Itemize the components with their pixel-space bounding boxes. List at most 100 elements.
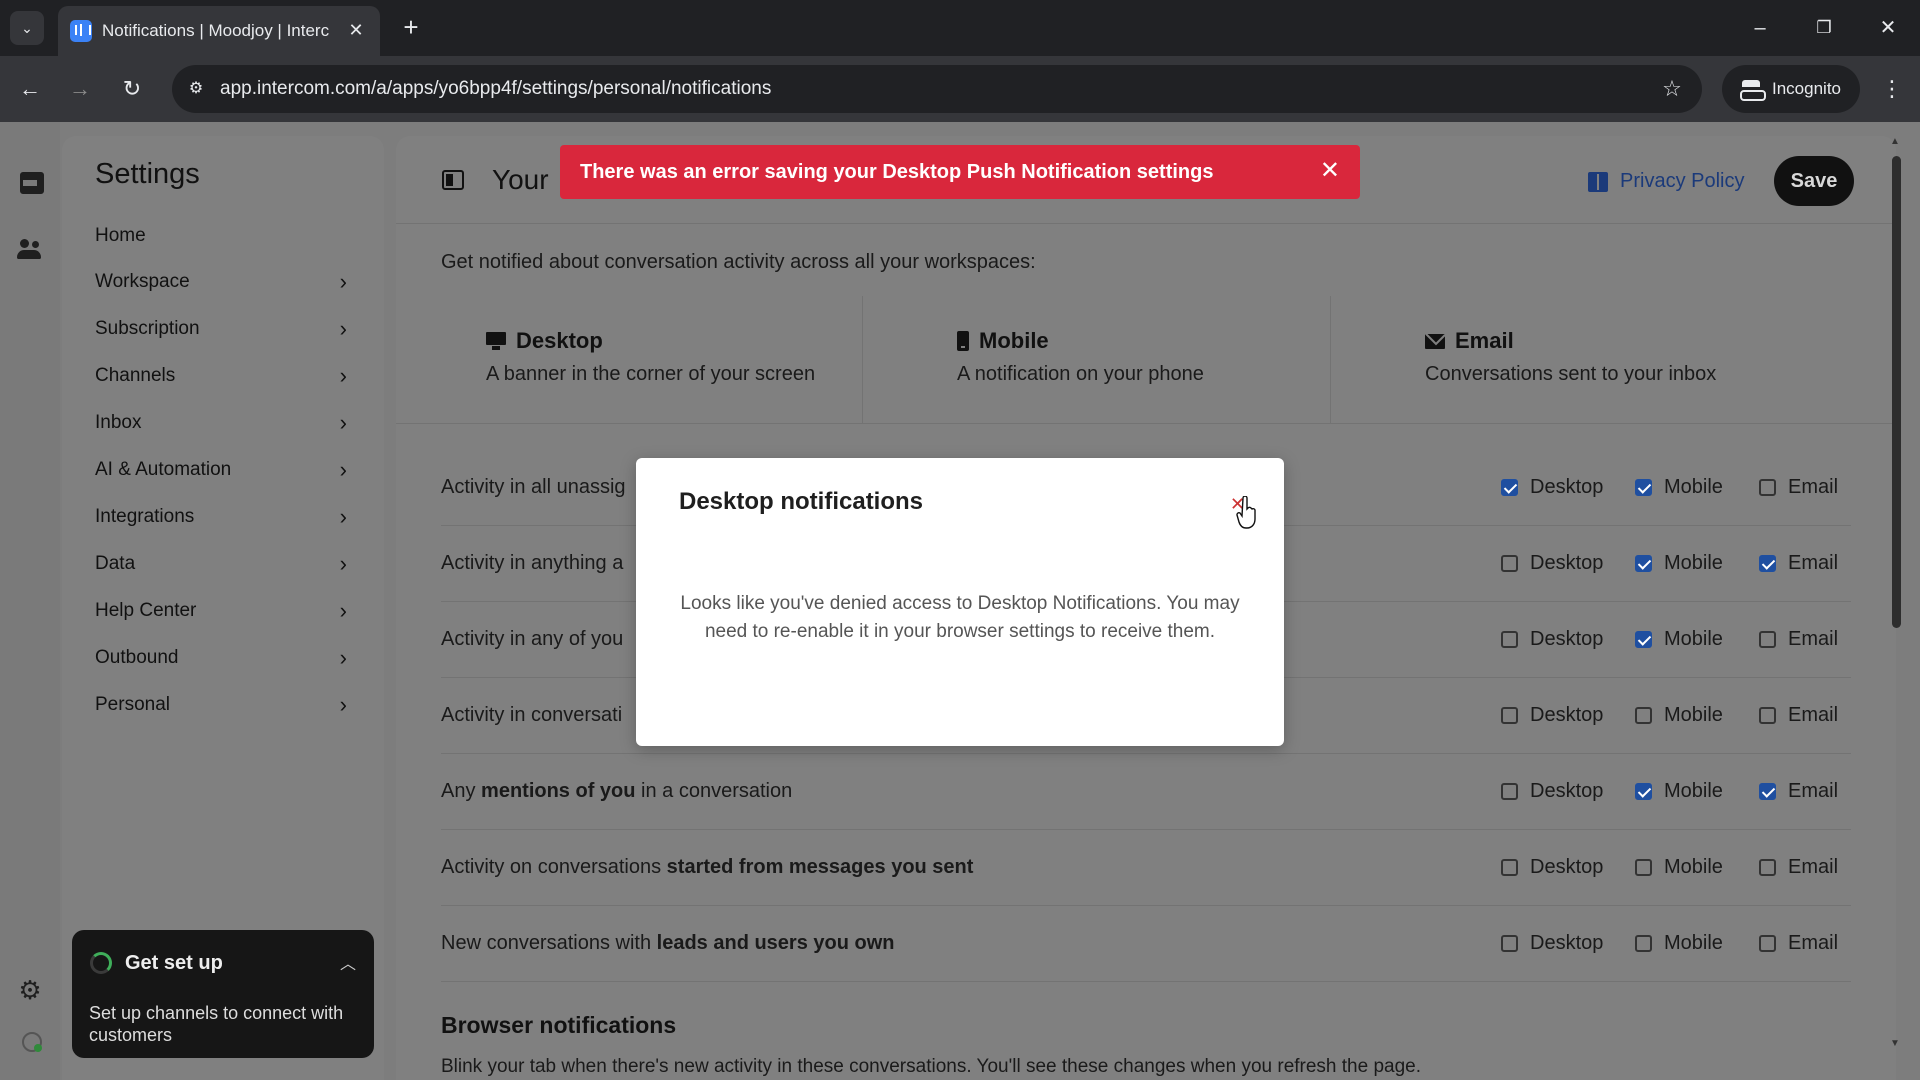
mobile-option[interactable]: Mobile xyxy=(1635,932,1723,955)
email-checkbox[interactable] xyxy=(1759,631,1776,648)
privacy-policy-label: Privacy Policy xyxy=(1620,170,1745,192)
page-scrollbar[interactable]: ▲ ▼ xyxy=(1888,136,1904,1066)
mobile-checkbox[interactable] xyxy=(1635,707,1652,724)
desktop-option[interactable]: Desktop xyxy=(1501,856,1603,879)
mobile-option[interactable]: Mobile xyxy=(1635,628,1723,651)
mobile-checkbox[interactable] xyxy=(1635,783,1652,800)
contacts-icon[interactable] xyxy=(14,233,46,265)
sidebar-item-channels[interactable]: Channels › xyxy=(95,356,347,396)
restore-window-icon[interactable]: ❐ xyxy=(1804,12,1844,44)
address-bar[interactable]: ⚙ app.intercom.com/a/apps/yo6bpp4f/setti… xyxy=(172,65,1702,113)
sidebar-item-data[interactable]: Data › xyxy=(95,544,347,584)
tab-close-icon[interactable]: ✕ xyxy=(344,18,368,42)
scroll-down-icon[interactable]: ▼ xyxy=(1890,1038,1900,1049)
browser-tab-active[interactable]: Notifications | Moodjoy | Interc ✕ xyxy=(58,6,380,56)
label-emphasis: mentions of you xyxy=(481,780,636,802)
email-option[interactable]: Email xyxy=(1759,704,1838,727)
email-option[interactable]: Email xyxy=(1759,476,1838,499)
notification-row-label: Activity in anything a xyxy=(441,552,623,575)
sidebar-item-label: Integrations xyxy=(95,506,195,527)
close-window-icon[interactable]: ✕ xyxy=(1868,12,1908,44)
email-checkbox[interactable] xyxy=(1759,707,1776,724)
reload-icon[interactable]: ↻ xyxy=(116,73,148,105)
desktop-option[interactable]: Desktop xyxy=(1501,476,1603,499)
sidebar-item-ai-automation[interactable]: AI & Automation › xyxy=(95,450,347,490)
desktop-checkbox[interactable] xyxy=(1501,631,1518,648)
desktop-option[interactable]: Desktop xyxy=(1501,780,1603,803)
desktop-checkbox[interactable] xyxy=(1501,555,1518,572)
desktop-option[interactable]: Desktop xyxy=(1501,552,1603,575)
mobile-option-label: Mobile xyxy=(1664,932,1723,954)
email-checkbox[interactable] xyxy=(1759,935,1776,952)
desktop-option[interactable]: Desktop xyxy=(1501,932,1603,955)
email-option[interactable]: Email xyxy=(1759,780,1838,803)
browser-menu-icon[interactable]: ⋮ xyxy=(1876,73,1908,105)
new-tab-button[interactable]: + xyxy=(396,13,426,43)
sidebar-item-help-center[interactable]: Help Center › xyxy=(95,591,347,631)
email-option[interactable]: Email xyxy=(1759,932,1838,955)
desktop-checkbox[interactable] xyxy=(1501,859,1518,876)
sidebar-item-outbound[interactable]: Outbound › xyxy=(95,638,347,678)
tab-search-button[interactable]: ⌄ xyxy=(10,11,44,45)
mobile-checkbox[interactable] xyxy=(1635,555,1652,572)
label-text: Activity in anything a xyxy=(441,552,624,574)
desktop-option[interactable]: Desktop xyxy=(1501,628,1603,651)
desktop-checkbox[interactable] xyxy=(1501,707,1518,724)
desktop-option-label: Desktop xyxy=(1530,856,1604,878)
scroll-up-icon[interactable]: ▲ xyxy=(1890,136,1900,147)
save-button[interactable]: Save xyxy=(1774,156,1854,206)
privacy-policy-link[interactable]: Privacy Policy xyxy=(1588,170,1744,193)
desktop-checkbox[interactable] xyxy=(1501,783,1518,800)
mobile-option[interactable]: Mobile xyxy=(1635,856,1723,879)
chevron-up-icon[interactable]: ︿ xyxy=(340,950,356,974)
email-option[interactable]: Email xyxy=(1759,856,1838,879)
desktop-checkbox[interactable] xyxy=(1501,935,1518,952)
sidebar-item-label: Inbox xyxy=(95,412,142,433)
sidebar-item-integrations[interactable]: Integrations › xyxy=(95,497,347,537)
notification-row: New conversations with leads and users y… xyxy=(441,906,1851,982)
mobile-checkbox[interactable] xyxy=(1635,479,1652,496)
get-set-up-card[interactable]: Get set up ︿ Set up channels to connect … xyxy=(72,930,374,1058)
toggle-sidebar-icon[interactable] xyxy=(442,170,464,190)
label-emphasis: started from messages you sent xyxy=(666,856,974,878)
email-option[interactable]: Email xyxy=(1759,628,1838,651)
email-checkbox[interactable] xyxy=(1759,783,1776,800)
incognito-profile-button[interactable]: Incognito xyxy=(1722,65,1860,113)
mobile-checkbox[interactable] xyxy=(1635,935,1652,952)
desktop-checkbox[interactable] xyxy=(1501,479,1518,496)
channel-email-description: Conversations sent to your inbox xyxy=(1425,363,1717,385)
site-info-icon[interactable]: ⚙ xyxy=(180,73,212,105)
mobile-option[interactable]: Mobile xyxy=(1635,476,1723,499)
mobile-option[interactable]: Mobile xyxy=(1635,552,1723,575)
incognito-label: Incognito xyxy=(1772,79,1841,98)
channel-mobile-description: A notification on your phone xyxy=(957,363,1204,385)
url-text[interactable]: app.intercom.com/a/apps/yo6bpp4f/setting… xyxy=(220,78,771,100)
sidebar-item-home[interactable]: Home xyxy=(95,216,347,256)
settings-gear-icon[interactable]: ⚙ xyxy=(14,974,46,1006)
forward-arrow-icon[interactable]: → xyxy=(64,73,96,105)
user-status-icon[interactable] xyxy=(14,1024,46,1056)
sidebar-item-personal[interactable]: Personal › xyxy=(95,685,347,725)
bookmark-star-icon[interactable]: ☆ xyxy=(1656,73,1688,105)
scroll-thumb[interactable] xyxy=(1892,156,1901,628)
chevron-right-icon: › xyxy=(339,316,347,341)
mobile-option[interactable]: Mobile xyxy=(1635,704,1723,727)
mobile-option[interactable]: Mobile xyxy=(1635,780,1723,803)
toast-close-icon[interactable]: ✕ xyxy=(1320,157,1340,185)
mobile-icon xyxy=(957,331,969,351)
sidebar-item-subscription[interactable]: Subscription › xyxy=(95,309,347,349)
inbox-icon[interactable] xyxy=(14,166,46,198)
email-checkbox[interactable] xyxy=(1759,859,1776,876)
sidebar-item-workspace[interactable]: Workspace › xyxy=(95,262,347,302)
back-arrow-icon[interactable]: ← xyxy=(14,73,46,105)
minimize-window-icon[interactable]: – xyxy=(1740,12,1780,44)
desktop-option[interactable]: Desktop xyxy=(1501,704,1603,727)
mobile-checkbox[interactable] xyxy=(1635,631,1652,648)
desktop-option-label: Desktop xyxy=(1530,476,1604,498)
mobile-checkbox[interactable] xyxy=(1635,859,1652,876)
error-toast-message: There was an error saving your Desktop P… xyxy=(580,161,1214,183)
sidebar-item-inbox[interactable]: Inbox › xyxy=(95,403,347,443)
email-checkbox[interactable] xyxy=(1759,555,1776,572)
email-checkbox[interactable] xyxy=(1759,479,1776,496)
email-option[interactable]: Email xyxy=(1759,552,1838,575)
